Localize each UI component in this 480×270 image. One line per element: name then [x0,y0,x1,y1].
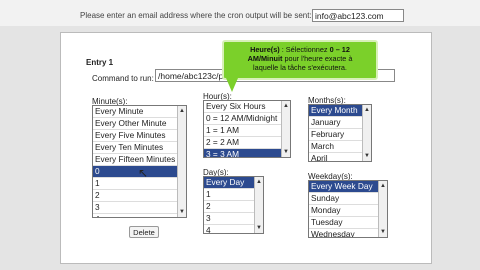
minute-option[interactable]: Every Ten Minutes [93,142,186,154]
mouse-cursor-icon: ↖ [138,166,149,180]
weekday-option[interactable]: Wednesday [309,229,387,237]
email-input[interactable] [312,9,404,22]
minute-options: Every Minute Every Other Minute Every Five… [93,106,186,217]
tooltip-term-2: AM/Minuit [247,54,283,63]
hour-tooltip: Heure(s) : Sélectionnez 0 – 12 AM/Minuit… [222,40,378,80]
minute-option[interactable]: Every Fifteen Minutes [93,154,186,166]
hour-option[interactable]: Every Six Hours [204,101,290,113]
hour-option[interactable]: 0 = 12 AM/Midnight [204,113,290,125]
tooltip-line-3: laquelle la tâche s'exécutera. [253,63,347,72]
tooltip-text-2: pour l'heure exacte à [282,54,353,63]
scroll-up-icon[interactable]: ▲ [282,102,290,110]
email-label: Please enter an email address where the … [80,11,312,20]
minute-option[interactable]: 2 [93,190,186,202]
scroll-down-icon[interactable]: ▼ [363,152,371,160]
tooltip-text-1: : Sélectionnez [279,45,330,54]
command-label: Command to run: [92,74,154,83]
month-scrollbar[interactable]: ▲ ▼ [362,105,371,161]
scroll-down-icon[interactable]: ▼ [282,148,290,156]
hour-option[interactable]: 2 = 2 AM [204,137,290,149]
month-select[interactable]: Every Month January February March April ▲ ▼ [308,104,372,162]
tooltip-pointer [226,78,238,92]
weekday-option[interactable]: Monday [309,205,387,217]
minute-select[interactable]: Every Minute Every Other Minute Every Five… [92,105,187,218]
tooltip-line-1: Heure(s) : Sélectionnez 0 – 12 [228,45,372,54]
scroll-up-icon[interactable]: ▲ [255,178,263,186]
hour-options: Every Six Hours 0 = 12 AM/Midnight 1 = 1 A… [204,101,290,157]
weekday-scrollbar[interactable]: ▲ ▼ [378,181,387,237]
hour-select[interactable]: Every Six Hours 0 = 12 AM/Midnight 1 = 1 A… [203,100,291,158]
hour-option[interactable]: 1 = 1 AM [204,125,290,137]
scroll-up-icon[interactable]: ▲ [363,106,371,114]
scroll-up-icon[interactable]: ▲ [379,182,387,190]
day-select[interactable]: Every Day 1 2 3 4 ▲ ▼ [203,176,264,234]
weekday-option[interactable]: Sunday [309,193,387,205]
minute-scrollbar[interactable]: ▲ ▼ [177,106,186,217]
weekday-option[interactable]: Every Week Day [309,181,387,193]
weekday-option[interactable]: Tuesday [309,217,387,229]
entry-title: Entry 1 [86,58,114,67]
day-scrollbar[interactable]: ▲ ▼ [254,177,263,233]
scroll-up-icon[interactable]: ▲ [178,107,186,115]
minute-option[interactable]: Every Five Minutes [93,130,186,142]
tooltip-line-2: AM/Minuit pour l'heure exacte à [228,54,372,63]
scroll-down-icon[interactable]: ▼ [255,224,263,232]
minute-option[interactable]: 3 [93,202,186,214]
scroll-down-icon[interactable]: ▼ [178,208,186,216]
minute-option[interactable]: Every Minute [93,106,186,118]
minute-option[interactable]: Every Other Minute [93,118,186,130]
hour-option[interactable]: 3 = 3 AM [204,149,290,157]
scroll-down-icon[interactable]: ▼ [379,228,387,236]
tooltip-range: 0 – 12 [329,45,350,54]
tooltip-term: Heure(s) [250,45,280,54]
weekday-options: Every Week Day Sunday Monday Tuesday Wednesd… [309,181,387,237]
minute-option[interactable]: 4 [93,214,186,217]
hour-scrollbar[interactable]: ▲ ▼ [281,101,290,157]
weekday-select[interactable]: Every Week Day Sunday Monday Tuesday Wednesd… [308,180,388,238]
delete-button[interactable]: Delete [129,226,159,238]
